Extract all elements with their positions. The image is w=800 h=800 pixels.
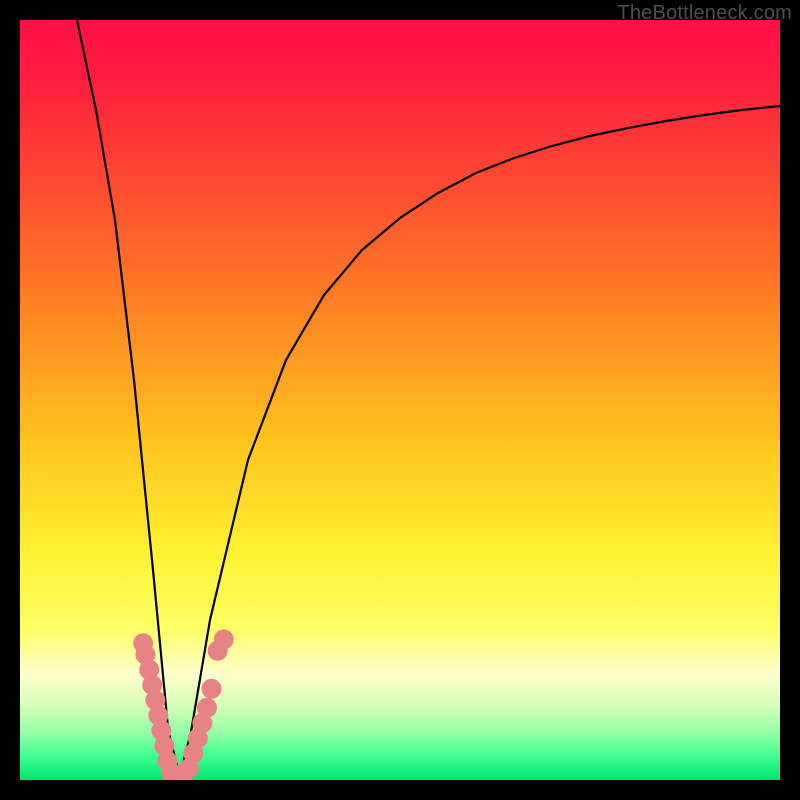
curve-marker xyxy=(214,629,234,649)
plot-area xyxy=(20,20,780,780)
bottleneck-curve xyxy=(20,20,780,780)
curve-marker xyxy=(202,679,222,699)
curve-marker xyxy=(197,698,217,718)
chart-frame: TheBottleneck.com xyxy=(0,0,800,800)
watermark-text: TheBottleneck.com xyxy=(617,2,792,25)
